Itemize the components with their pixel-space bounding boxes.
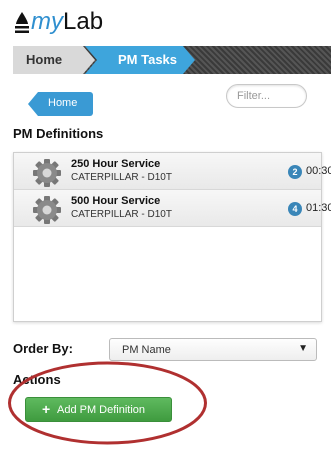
breadcrumb-current[interactable]: PM Tasks xyxy=(85,46,195,74)
add-pm-definition-label: Add PM Definition xyxy=(57,404,146,416)
order-by-label: Order By: xyxy=(13,341,73,356)
app-logo: myLab xyxy=(14,10,103,34)
list-item[interactable]: 500 Hour Service CATERPILLAR - D10T 4 01… xyxy=(14,190,331,227)
home-button[interactable]: Home xyxy=(28,92,93,116)
item-title: 500 Hour Service xyxy=(71,195,161,207)
breadcrumb: PM Tasks Home xyxy=(13,46,331,74)
breadcrumb-current-label: PM Tasks xyxy=(118,52,178,67)
actions-label: Actions xyxy=(13,372,61,387)
plus-icon: + xyxy=(42,401,51,417)
pm-definitions-list: 250 Hour Service CATERPILLAR - D10T 2 00… xyxy=(13,152,331,322)
breadcrumb-home-label: Home xyxy=(26,52,63,67)
app-header: myLab xyxy=(0,0,331,44)
list-item[interactable]: 250 Hour Service CATERPILLAR - D10T 2 00… xyxy=(14,153,331,190)
drop-logo-icon xyxy=(15,12,29,33)
item-subtitle: CATERPILLAR - D10T xyxy=(71,172,172,183)
breadcrumb-home[interactable]: Home xyxy=(13,46,95,74)
dropdown-arrow-icon: ▼ xyxy=(298,343,308,354)
order-by-select[interactable]: PM Name ▼ xyxy=(109,338,317,361)
item-title: 250 Hour Service xyxy=(71,158,161,170)
home-button-label: Home xyxy=(48,97,78,109)
filter-field[interactable] xyxy=(226,84,307,108)
section-title: PM Definitions xyxy=(13,126,104,141)
filter-input[interactable] xyxy=(237,89,299,103)
gear-icon xyxy=(33,159,61,187)
logo-text: myLab xyxy=(31,8,104,35)
count-badge: 2 xyxy=(288,165,302,179)
order-by-value: PM Name xyxy=(122,344,171,356)
count-badge: 4 xyxy=(288,202,302,216)
item-duration: 00:30 xyxy=(306,165,331,177)
item-duration: 01:30 xyxy=(306,202,331,214)
gear-icon xyxy=(33,196,61,224)
add-pm-definition-button[interactable]: + Add PM Definition xyxy=(25,397,172,422)
item-subtitle: CATERPILLAR - D10T xyxy=(71,209,172,220)
